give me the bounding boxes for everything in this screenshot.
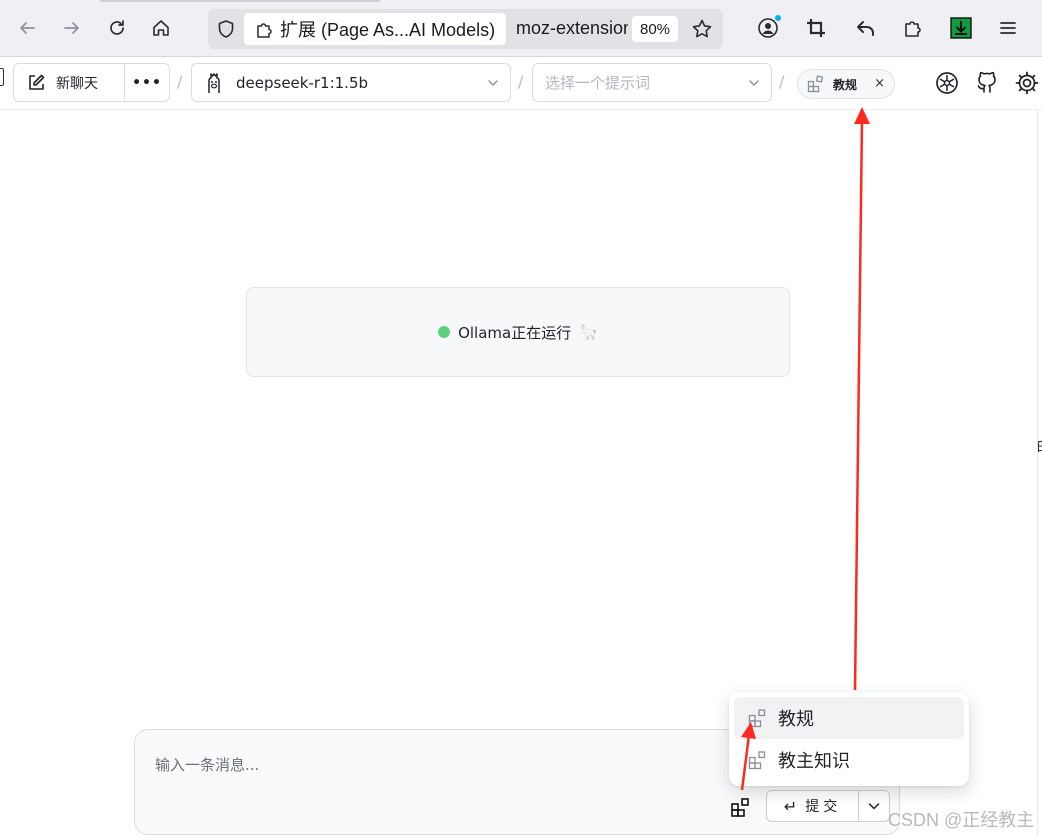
more-options-button[interactable]: ••• — [125, 64, 169, 101]
llama-icon — [208, 72, 220, 93]
chevron-down-icon — [868, 803, 880, 810]
chevron-down-icon — [488, 80, 498, 86]
reload-icon — [110, 20, 124, 35]
enter-key-icon: ↵ — [783, 796, 798, 816]
back-arrow-icon — [20, 22, 35, 34]
chip-close-icon[interactable]: × — [874, 76, 885, 91]
home-icon — [153, 20, 169, 36]
hamburger-menu-icon — [1000, 22, 1016, 34]
ollama-status-card: Ollama正在运行 🦙 — [246, 287, 790, 377]
extensions-puzzle-icon — [905, 21, 921, 37]
app-header: 新聊天 ••• / deepseek-r1:1.5b / 选择一个提示词 / 教… — [0, 57, 1042, 110]
submit-button-group: ↵ 提交 — [766, 790, 890, 822]
breadcrumb-separator: / — [177, 72, 183, 91]
submit-button[interactable]: ↵ 提交 — [767, 791, 859, 821]
new-chat-label: 新聊天 — [56, 75, 98, 92]
knowledge-picker-icon[interactable] — [730, 796, 752, 818]
github-icon[interactable] — [974, 70, 1000, 96]
settings-gear-icon[interactable] — [1014, 70, 1040, 96]
edit-square-icon — [29, 74, 45, 90]
extensions-button[interactable] — [900, 15, 926, 41]
knowledge-dropdown-menu: 教规 教主知识 — [729, 692, 969, 786]
url-text[interactable]: moz-extension — [516, 18, 628, 39]
crop-icon — [807, 19, 825, 37]
download-extension-button[interactable] — [948, 15, 974, 41]
browser-toolbar: 扩展 (Page As...AI Models) moz-extension 8… — [0, 0, 1042, 57]
ai-settings-icon[interactable] — [934, 70, 960, 96]
knowledge-blocks-icon — [748, 751, 766, 770]
knowledge-blocks-icon — [807, 75, 824, 93]
submit-label: 提交 — [805, 799, 842, 815]
prompt-select[interactable]: 选择一个提示词 — [532, 63, 772, 102]
knowledge-blocks-icon — [748, 709, 766, 728]
extension-tab-title: 扩展 (Page As...AI Models) — [280, 20, 496, 40]
forward-arrow-icon — [64, 22, 79, 34]
knowledge-menu-item[interactable]: 教规 — [734, 697, 964, 739]
knowledge-menu-item-label: 教主知识 — [778, 751, 850, 772]
knowledge-chip-label: 教规 — [833, 77, 858, 92]
model-select-value: deepseek-r1:1.5b — [236, 73, 369, 92]
prompt-select-placeholder: 选择一个提示词 — [545, 74, 651, 92]
chevron-down-icon — [749, 80, 759, 86]
undo-arrow-icon — [857, 21, 874, 36]
url-bar[interactable]: 扩展 (Page As...AI Models) moz-extension 8… — [208, 9, 723, 49]
app-menu-button[interactable] — [995, 15, 1021, 41]
window-right-edge — [1037, 110, 1042, 836]
ellipsis-icon: ••• — [132, 74, 162, 91]
csdn-watermark: CSDN @正经教主 — [888, 810, 1035, 830]
account-notification-dot — [774, 14, 782, 22]
puzzle-piece-icon — [257, 23, 272, 38]
bookmark-star-icon[interactable] — [690, 17, 714, 41]
llama-emoji: 🦙 — [579, 323, 598, 341]
status-indicator-dot — [438, 326, 451, 338]
annotation-arrow-to-chip — [853, 107, 870, 691]
new-chat-button[interactable]: 新聊天 — [14, 64, 125, 101]
back-button[interactable] — [12, 13, 42, 43]
breadcrumb-separator: / — [518, 72, 524, 91]
clipped-edge-glyph: 白 — [1036, 436, 1042, 456]
tracking-shield-icon[interactable] — [216, 19, 236, 39]
tabstrip-hint — [100, 0, 380, 2]
ollama-status-text: Ollama正在运行 — [458, 323, 572, 342]
knowledge-base-chip[interactable]: 教规 × — [797, 69, 895, 99]
extension-identity-chip[interactable]: 扩展 (Page As...AI Models) — [244, 13, 506, 45]
screenshot-crop-button[interactable] — [803, 15, 829, 41]
forward-button[interactable] — [57, 13, 87, 43]
model-select[interactable]: deepseek-r1:1.5b — [191, 63, 511, 102]
message-input-placeholder: 输入一条消息... — [155, 756, 260, 774]
chat-actions-group: 新聊天 ••• — [13, 63, 170, 102]
submit-options-dropdown[interactable] — [859, 791, 889, 821]
undo-back-button[interactable] — [853, 15, 879, 41]
account-button[interactable] — [755, 14, 782, 41]
knowledge-menu-item-label: 教规 — [778, 709, 814, 730]
knowledge-menu-item[interactable]: 教主知识 — [734, 739, 964, 781]
reload-button[interactable] — [102, 13, 132, 43]
home-button[interactable] — [146, 13, 176, 43]
download-icon — [950, 17, 972, 39]
sidebar-toggle-stub[interactable] — [0, 68, 4, 86]
zoom-level-badge[interactable]: 80% — [632, 16, 678, 42]
breadcrumb-separator: / — [779, 72, 785, 91]
